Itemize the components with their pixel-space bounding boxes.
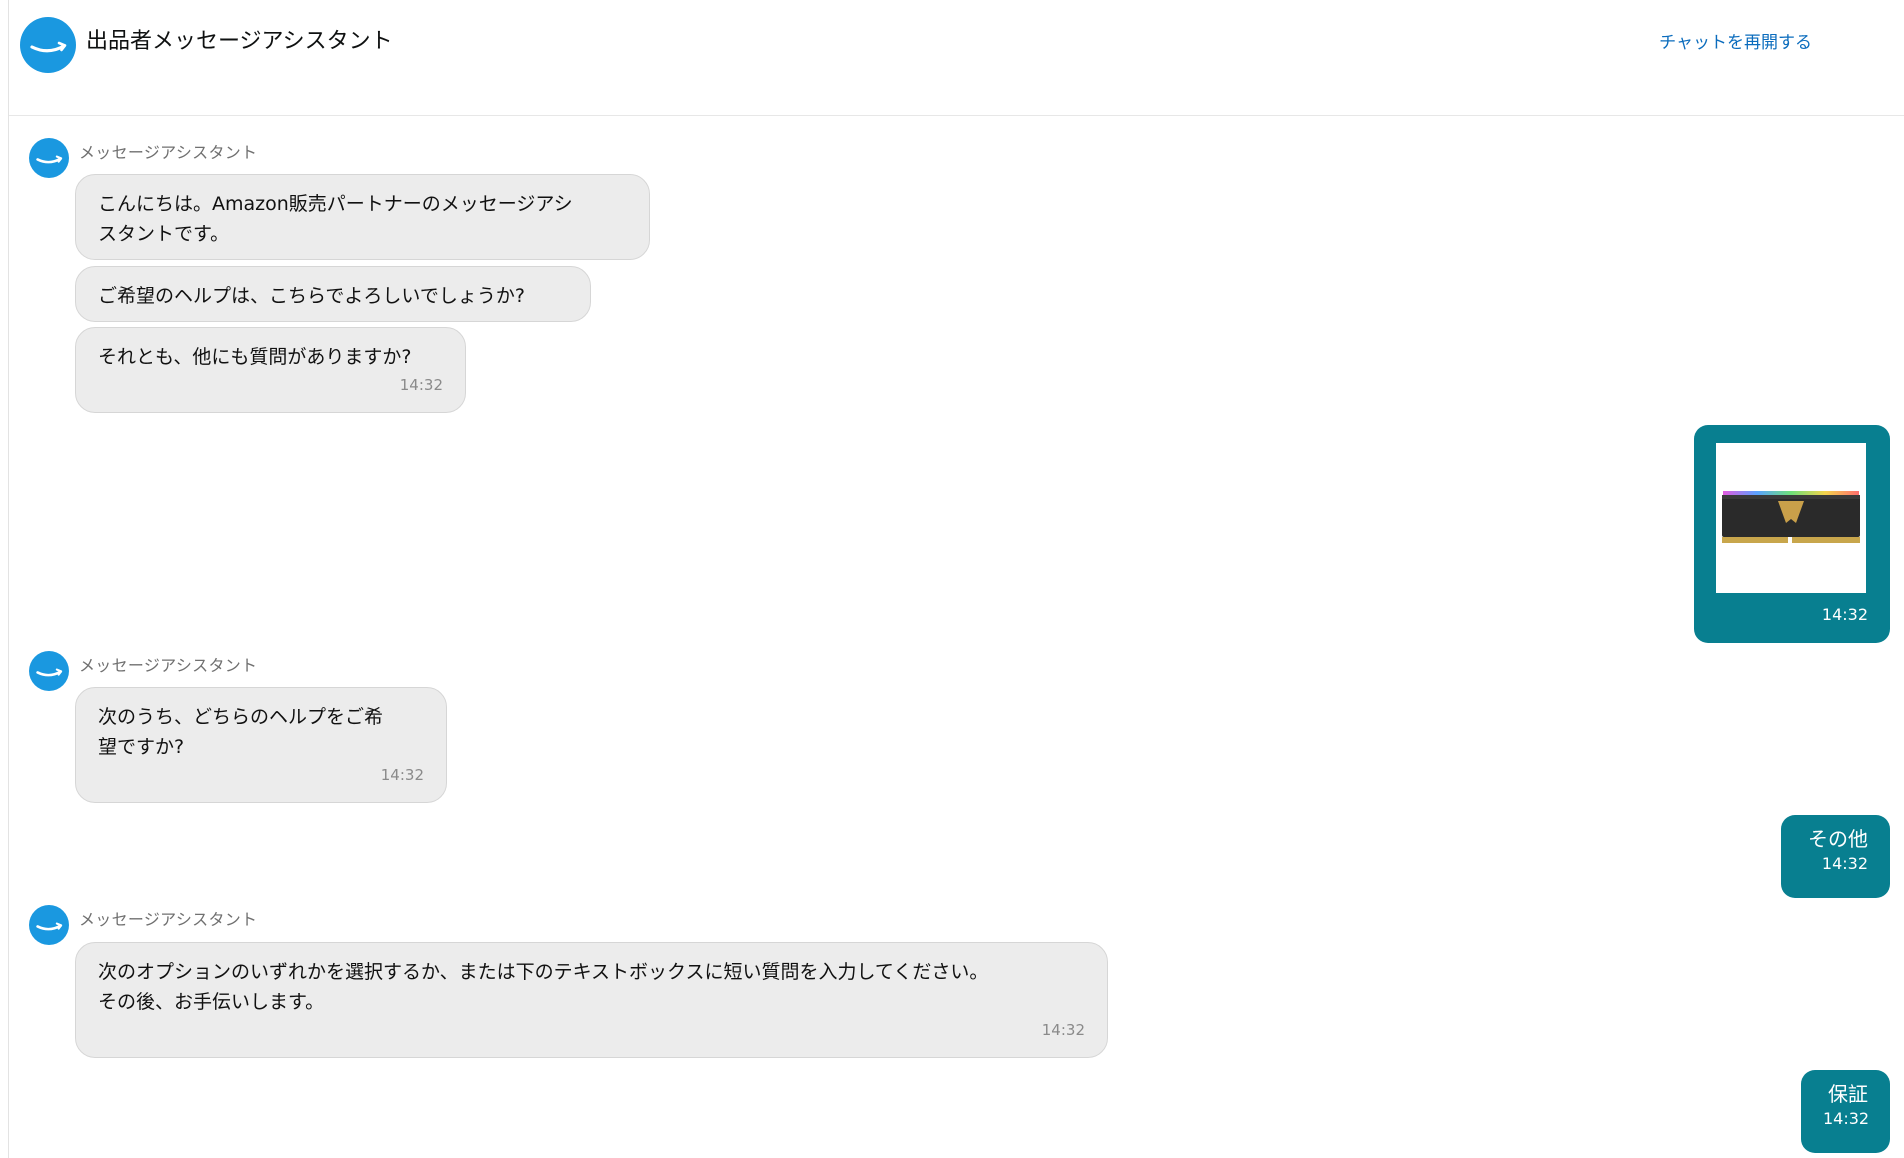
message-text: 次のオプションのいずれかを選択するか、または下のテキストボックスに短い質問を入力…	[98, 961, 989, 1013]
bot-message-bubble: 次のオプションのいずれかを選択するか、または下のテキストボックスに短い質問を入力…	[75, 942, 1108, 1058]
bot-message-bubble: 次のうち、どちらのヘルプをご希 望ですか? 14:32	[75, 687, 447, 803]
message-text: 保証	[1828, 1082, 1868, 1106]
message-timestamp: 14:32	[1821, 605, 1868, 624]
user-message-bubble: 保証 14:32	[1801, 1070, 1890, 1153]
message-timestamp: 14:32	[1823, 1109, 1870, 1128]
sender-name: メッセージアシスタント	[79, 910, 258, 929]
sender-name: メッセージアシスタント	[79, 656, 258, 675]
sender-name: メッセージアシスタント	[79, 143, 258, 162]
message-text: それとも、他にも質問がありますか?	[98, 346, 412, 368]
user-image-message: 14:32	[1694, 425, 1890, 643]
message-timestamp: 14:32	[380, 766, 424, 784]
message-timestamp: 14:32	[399, 376, 443, 394]
chat-window: 出品者メッセージアシスタント チャットを再開する メッセージアシスタント こんに…	[0, 0, 1904, 1158]
assistant-avatar-icon	[29, 651, 69, 691]
bot-message-bubble: それとも、他にも質問がありますか? 14:32	[75, 327, 466, 413]
chat-header: 出品者メッセージアシスタント チャットを再開する	[9, 0, 1904, 116]
message-timestamp: 14:32	[1041, 1021, 1085, 1039]
bot-message-bubble: ご希望のヘルプは、こちらでよろしいでしょうか?	[75, 266, 591, 322]
user-message-bubble: その他 14:32	[1781, 815, 1890, 898]
reopen-chat-link[interactable]: チャットを再開する	[1659, 31, 1812, 55]
assistant-avatar-icon	[29, 138, 69, 178]
message-text: その他	[1808, 827, 1868, 851]
amazon-smile-logo-icon	[20, 17, 76, 73]
product-image[interactable]	[1716, 443, 1866, 593]
message-text: 次のうち、どちらのヘルプをご希 望ですか?	[98, 706, 384, 758]
bot-message-bubble: こんにちは。Amazon販売パートナーのメッセージアシ スタントです。	[75, 174, 650, 260]
message-timestamp: 14:32	[1821, 854, 1868, 873]
left-divider	[8, 0, 9, 1158]
assistant-avatar-icon	[29, 905, 69, 945]
page-title: 出品者メッセージアシスタント	[86, 29, 393, 54]
